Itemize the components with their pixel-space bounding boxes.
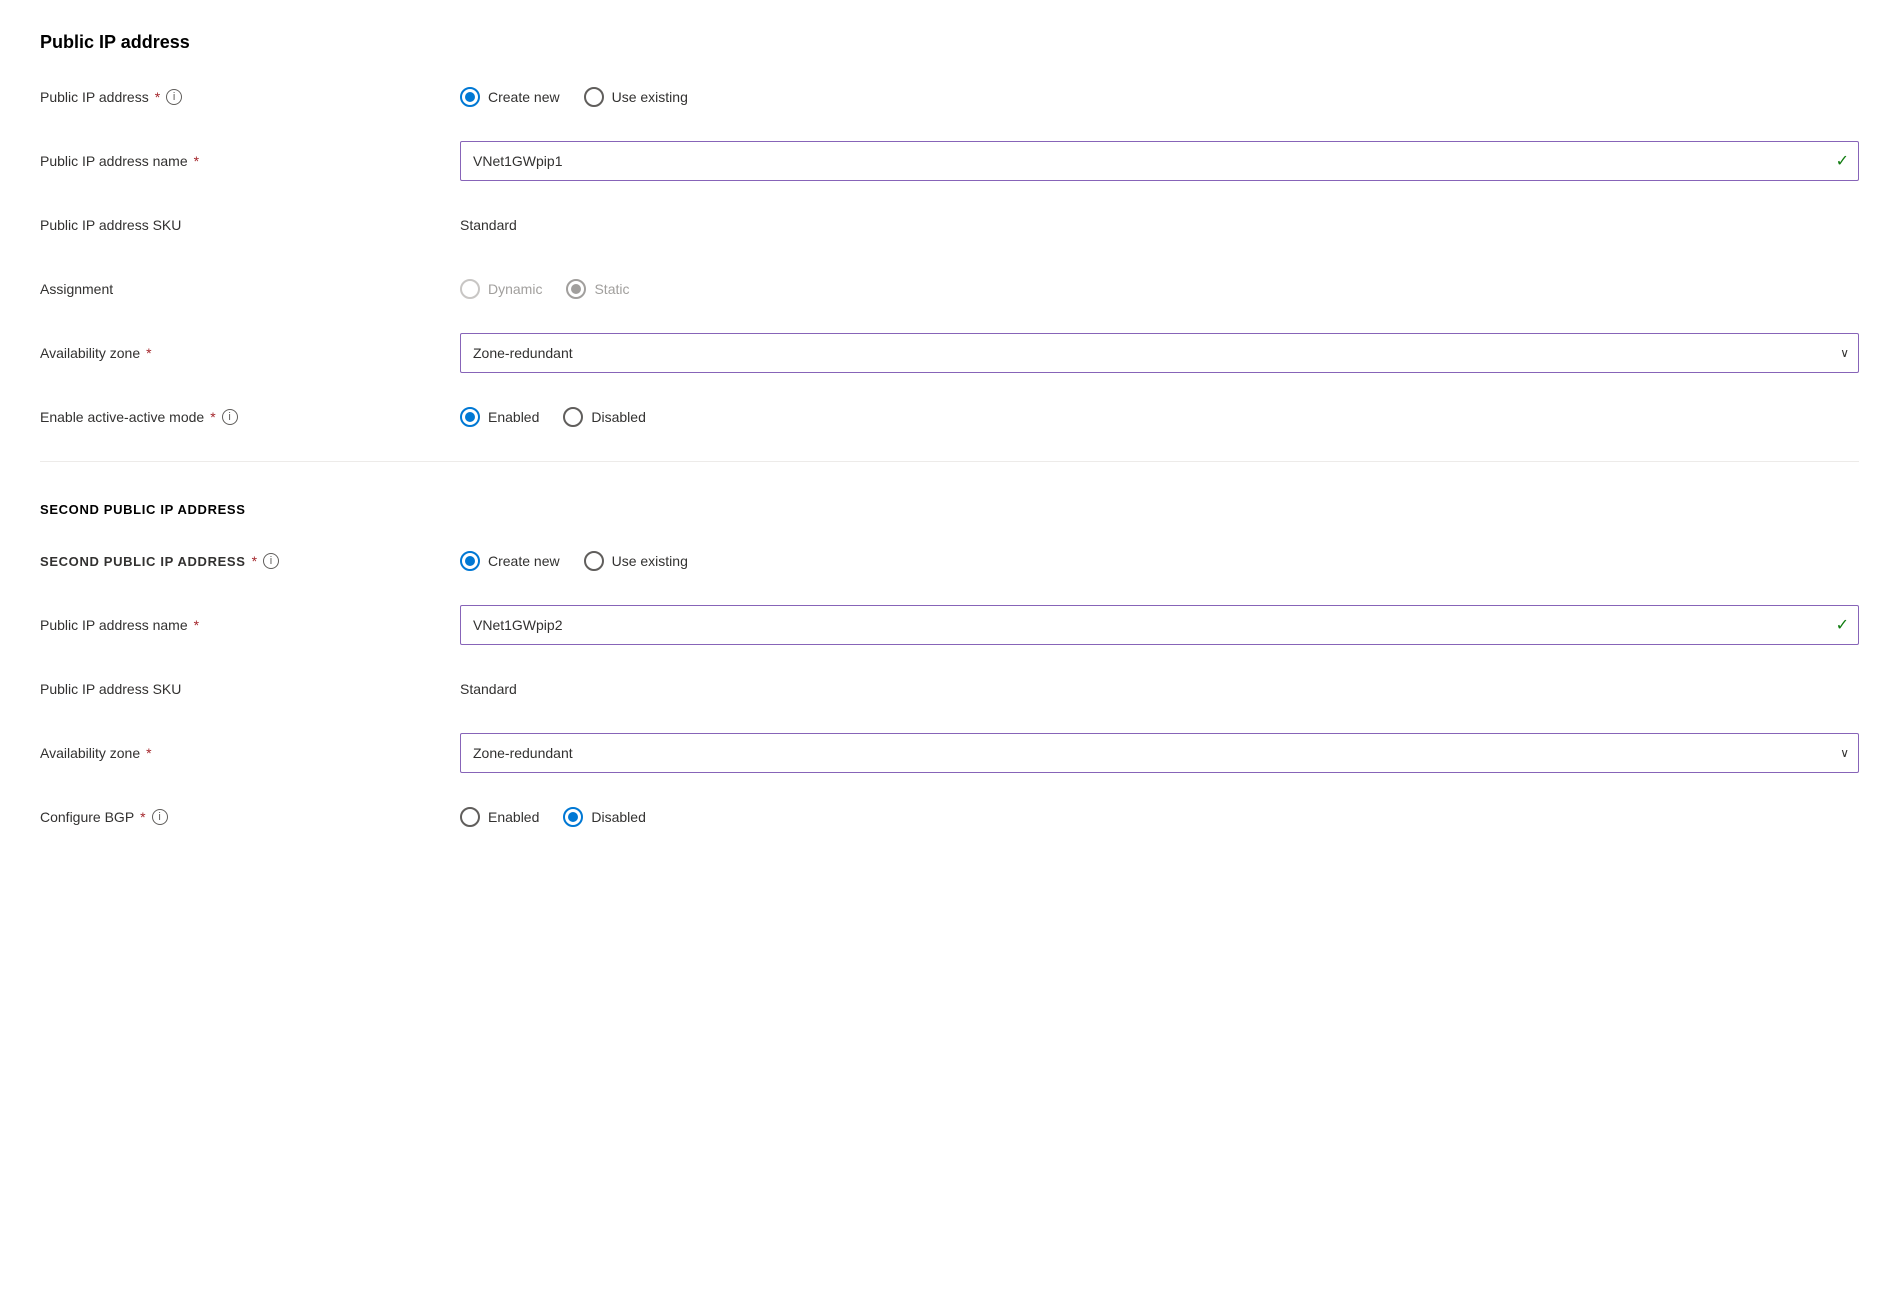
public-ip-name-input[interactable] (460, 141, 1859, 181)
active-active-enabled-label: Enabled (488, 409, 539, 425)
active-active-disabled-label: Disabled (591, 409, 645, 425)
public-ip-info-icon[interactable]: i (166, 89, 182, 105)
assignment-row: Assignment Dynamic Static (40, 269, 1859, 309)
required-star-8: * (140, 809, 145, 825)
active-active-mode-label: Enable active-active mode * i (40, 409, 460, 425)
public-ip-sku-row: Public IP address SKU Standard (40, 205, 1859, 245)
second-public-ip-name-check-icon: ✓ (1836, 615, 1849, 635)
availability-zone-row: Availability zone * Zone-redundant 1 2 3… (40, 333, 1859, 373)
required-star-4: * (210, 409, 215, 425)
configure-bgp-info-icon[interactable]: i (152, 809, 168, 825)
configure-bgp-disabled-radio[interactable] (563, 807, 583, 827)
availability-zone-dropdown[interactable]: Zone-redundant 1 2 3 No Zone (460, 333, 1859, 373)
public-ip-radio-group: Create new Use existing (460, 87, 1859, 107)
configure-bgp-enabled-radio[interactable] (460, 807, 480, 827)
active-active-enabled[interactable]: Enabled (460, 407, 539, 427)
second-public-ip-radio-group: Create new Use existing (460, 551, 1859, 571)
configure-bgp-disabled-label: Disabled (591, 809, 645, 825)
public-ip-create-new-radio[interactable] (460, 87, 480, 107)
second-availability-zone-dropdown-wrapper: Zone-redundant 1 2 3 No Zone ∨ (460, 733, 1859, 773)
public-ip-name-check-icon: ✓ (1836, 151, 1849, 171)
active-active-enabled-radio[interactable] (460, 407, 480, 427)
required-star-2: * (194, 153, 199, 169)
public-ip-sku-value: Standard (460, 217, 517, 233)
public-ip-use-existing-label: Use existing (612, 89, 688, 105)
second-public-ip-sku-value: Standard (460, 681, 517, 697)
second-public-ip-row: SECOND PUBLIC IP ADDRESS * i Create new … (40, 541, 1859, 581)
second-public-ip-name-input-wrapper: ✓ (460, 605, 1859, 645)
public-ip-sku-control: Standard (460, 217, 1859, 233)
second-public-ip-label: SECOND PUBLIC IP ADDRESS * i (40, 553, 460, 569)
public-ip-name-row: Public IP address name * ✓ (40, 141, 1859, 181)
configure-bgp-disabled[interactable]: Disabled (563, 807, 645, 827)
second-public-ip-create-new-radio[interactable] (460, 551, 480, 571)
second-public-ip-name-label: Public IP address name * (40, 617, 460, 633)
second-public-ip-create-new-label: Create new (488, 553, 560, 569)
second-public-ip-sku-row: Public IP address SKU Standard (40, 669, 1859, 709)
configure-bgp-enabled-label: Enabled (488, 809, 539, 825)
assignment-dynamic-radio[interactable] (460, 279, 480, 299)
section-divider (40, 461, 1859, 462)
second-section: SECOND PUBLIC IP ADDRESS SECOND PUBLIC I… (40, 502, 1859, 837)
assignment-control: Dynamic Static (460, 279, 1859, 299)
second-section-title: SECOND PUBLIC IP ADDRESS (40, 502, 1859, 517)
public-ip-name-control: ✓ (460, 141, 1859, 181)
public-ip-create-new-label: Create new (488, 89, 560, 105)
second-public-ip-name-input[interactable] (460, 605, 1859, 645)
public-ip-address-row: Public IP address * i Create new Use exi… (40, 77, 1859, 117)
second-public-ip-use-existing-radio[interactable] (584, 551, 604, 571)
required-star-3: * (146, 345, 151, 361)
second-public-ip-info-icon[interactable]: i (263, 553, 279, 569)
second-public-ip-name-row: Public IP address name * ✓ (40, 605, 1859, 645)
second-public-ip-create-new[interactable]: Create new (460, 551, 560, 571)
first-section: Public IP address Public IP address * i … (40, 32, 1859, 437)
assignment-label: Assignment (40, 281, 460, 297)
public-ip-use-existing[interactable]: Use existing (584, 87, 688, 107)
second-public-ip-use-existing[interactable]: Use existing (584, 551, 688, 571)
second-public-ip-sku-label: Public IP address SKU (40, 681, 460, 697)
first-section-title: Public IP address (40, 32, 1859, 53)
required-star-6: * (194, 617, 199, 633)
configure-bgp-row: Configure BGP * i Enabled Disabled (40, 797, 1859, 837)
public-ip-address-control: Create new Use existing (460, 87, 1859, 107)
configure-bgp-label: Configure BGP * i (40, 809, 460, 825)
assignment-radio-group: Dynamic Static (460, 279, 1859, 299)
availability-zone-label: Availability zone * (40, 345, 460, 361)
availability-zone-dropdown-wrapper: Zone-redundant 1 2 3 No Zone ∨ (460, 333, 1859, 373)
page-container: Public IP address Public IP address * i … (40, 32, 1859, 837)
public-ip-create-new[interactable]: Create new (460, 87, 560, 107)
active-active-mode-control: Enabled Disabled (460, 407, 1859, 427)
assignment-dynamic-label: Dynamic (488, 281, 542, 297)
configure-bgp-enabled[interactable]: Enabled (460, 807, 539, 827)
public-ip-sku-label: Public IP address SKU (40, 217, 460, 233)
second-availability-zone-label: Availability zone * (40, 745, 460, 761)
public-ip-use-existing-radio[interactable] (584, 87, 604, 107)
configure-bgp-radio-group: Enabled Disabled (460, 807, 1859, 827)
second-availability-zone-control: Zone-redundant 1 2 3 No Zone ∨ (460, 733, 1859, 773)
assignment-static-label: Static (594, 281, 629, 297)
active-active-radio-group: Enabled Disabled (460, 407, 1859, 427)
assignment-dynamic[interactable]: Dynamic (460, 279, 542, 299)
availability-zone-control: Zone-redundant 1 2 3 No Zone ∨ (460, 333, 1859, 373)
second-availability-zone-row: Availability zone * Zone-redundant 1 2 3… (40, 733, 1859, 773)
active-active-info-icon[interactable]: i (222, 409, 238, 425)
assignment-static[interactable]: Static (566, 279, 629, 299)
active-active-disabled[interactable]: Disabled (563, 407, 645, 427)
required-star: * (155, 89, 160, 105)
required-star-7: * (146, 745, 151, 761)
public-ip-name-label: Public IP address name * (40, 153, 460, 169)
second-public-ip-name-control: ✓ (460, 605, 1859, 645)
configure-bgp-control: Enabled Disabled (460, 807, 1859, 827)
second-availability-zone-dropdown[interactable]: Zone-redundant 1 2 3 No Zone (460, 733, 1859, 773)
second-public-ip-control: Create new Use existing (460, 551, 1859, 571)
required-star-5: * (252, 553, 257, 569)
active-active-disabled-radio[interactable] (563, 407, 583, 427)
second-public-ip-sku-control: Standard (460, 681, 1859, 697)
active-active-mode-row: Enable active-active mode * i Enabled Di… (40, 397, 1859, 437)
public-ip-address-label: Public IP address * i (40, 89, 460, 105)
second-public-ip-use-existing-label: Use existing (612, 553, 688, 569)
public-ip-name-input-wrapper: ✓ (460, 141, 1859, 181)
assignment-static-radio[interactable] (566, 279, 586, 299)
